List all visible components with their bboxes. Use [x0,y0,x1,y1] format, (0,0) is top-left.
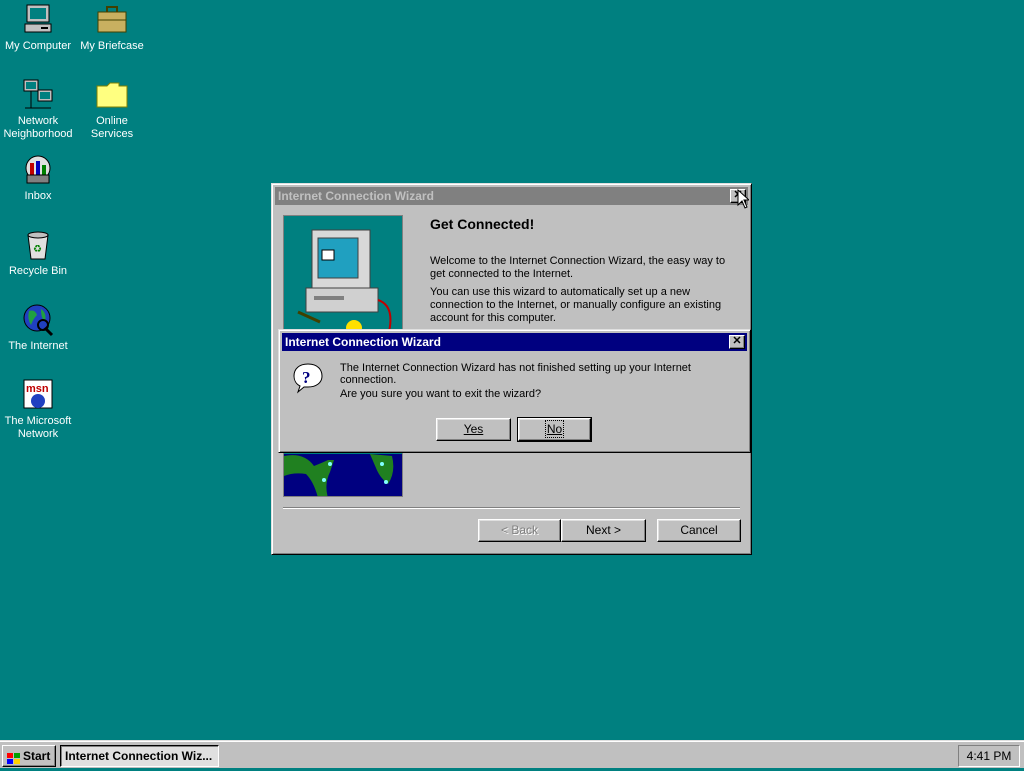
taskbar-task-wizard[interactable]: Internet Connection Wiz... [60,745,219,767]
task-label: Internet Connection Wiz... [65,749,213,763]
windows-logo-icon [7,751,21,764]
desktop-icon-msn[interactable]: msn The Microsoft Network [0,378,76,441]
svg-text:msn: msn [26,383,49,395]
computer-icon [21,3,55,37]
desktop-icon-label: Online Services [90,115,134,140]
wizard-title: Internet Connection Wizard [278,189,434,203]
system-tray-clock[interactable]: 4:41 PM [958,745,1020,767]
desktop-icon-inbox[interactable]: Inbox [0,153,76,203]
close-icon: ✕ [732,335,742,347]
desktop-icon-my-computer[interactable]: My Computer [0,3,76,53]
dialog-titlebar[interactable]: Internet Connection Wizard ✕ [282,333,747,351]
desktop-icon-label: The Microsoft Network [4,415,72,440]
no-button[interactable]: No [517,417,592,442]
cancel-button[interactable]: Cancel [657,519,741,542]
wizard-separator [283,507,740,509]
desktop-icon-label: My Briefcase [80,40,144,52]
recycle-bin-icon: ♻ [21,228,55,262]
wizard-heading: Get Connected! [430,216,535,232]
network-icon [21,78,55,112]
start-label: Start [23,749,51,763]
mouse-cursor-icon [737,188,751,209]
svg-text:?: ? [302,368,311,387]
desktop-icon-label: The Internet [8,340,68,352]
start-button[interactable]: Start [2,745,56,767]
folder-icon [95,78,129,112]
desktop-icon-online-services[interactable]: Online Services [74,78,150,141]
clock: 4:41 PM [966,749,1012,763]
desktop-icon-network-neighborhood[interactable]: Network Neighborhood [0,78,76,141]
desktop-icon-label: My Computer [4,40,72,52]
msn-icon: msn [21,378,55,412]
question-icon: ? [292,362,324,394]
wizard-titlebar[interactable]: Internet Connection Wizard ✕ [275,187,748,205]
desktop-icon-label: Network Neighborhood [3,115,73,140]
dialog-question: Are you sure you want to exit the wizard… [340,388,542,400]
taskbar: Start Internet Connection Wiz... 4:41 PM [0,740,1024,768]
desktop-icon-the-internet[interactable]: The Internet [0,303,76,353]
desktop-icon-my-briefcase[interactable]: My Briefcase [74,3,150,53]
exit-confirmation-dialog: Internet Connection Wizard ✕ ? The Inter… [278,329,751,453]
internet-globe-icon [21,303,55,337]
desktop-icon-label: Inbox [24,190,52,202]
inbox-icon [21,153,55,187]
dialog-message: The Internet Connection Wizard has not f… [340,362,691,386]
dialog-title: Internet Connection Wizard [285,335,441,349]
wizard-paragraph-1: Welcome to the Internet Connection Wizar… [430,255,726,280]
svg-text:♻: ♻ [33,244,42,255]
wizard-paragraph-2: You can use this wizard to automatically… [430,286,722,324]
next-button[interactable]: Next > [561,519,646,542]
desktop-icon-recycle-bin[interactable]: ♻ Recycle Bin [0,228,76,278]
yes-button[interactable]: Yes [436,418,511,441]
dialog-close-button[interactable]: ✕ [729,335,745,349]
briefcase-icon [95,3,129,37]
back-button[interactable]: < Back [478,519,561,542]
desktop-icon-label: Recycle Bin [8,265,68,277]
